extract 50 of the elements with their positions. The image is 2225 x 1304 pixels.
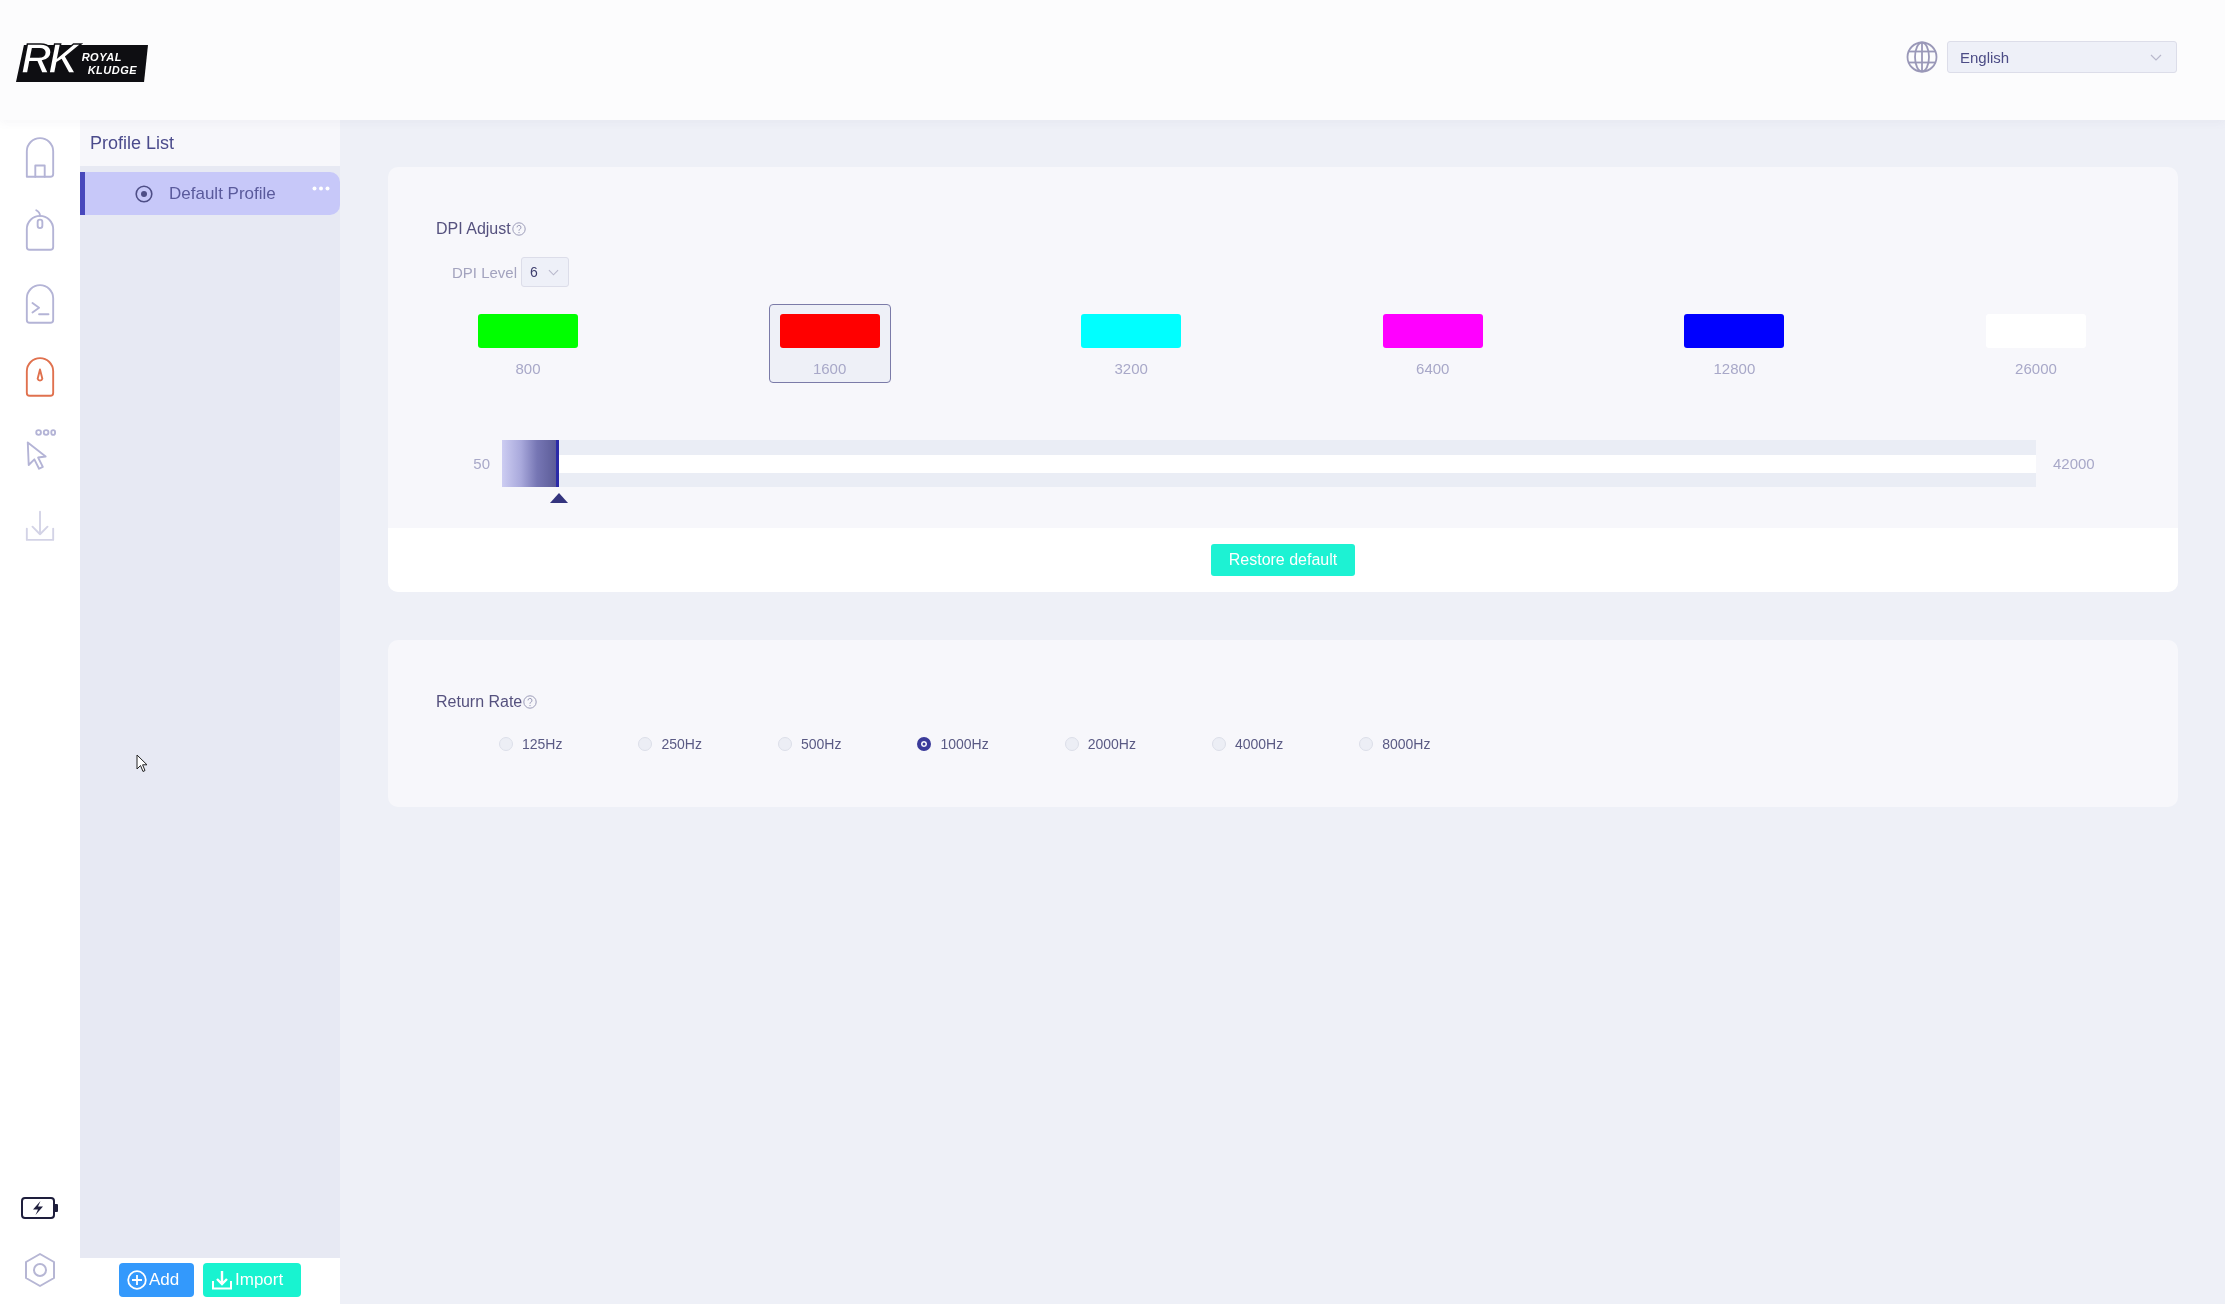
- add-button[interactable]: Add: [119, 1263, 194, 1297]
- mouse-icon: [24, 208, 56, 252]
- dpi-stage-button[interactable]: 1600: [768, 304, 891, 383]
- dpi-stage-button[interactable]: 3200: [1070, 304, 1193, 383]
- nav-button[interactable]: [24, 281, 56, 325]
- dpi-stage-button[interactable]: 26000: [1974, 304, 2097, 383]
- chevron-down-icon: [2150, 53, 2162, 61]
- section-title: DPI Adjust: [436, 220, 511, 238]
- help-icon[interactable]: [511, 222, 526, 236]
- slider-fill[interactable]: [502, 440, 559, 487]
- slider-min-label: 50: [472, 455, 490, 472]
- settings-icon[interactable]: [24, 1252, 56, 1288]
- nav-button[interactable]: [24, 354, 56, 398]
- nav-button[interactable]: [24, 135, 56, 179]
- slider-max-label: 42000: [2053, 455, 2095, 472]
- logo-text: ROYAL: [81, 51, 123, 64]
- target-icon: [135, 184, 153, 203]
- help-icon[interactable]: [523, 695, 538, 709]
- cursor-dots-icon: [24, 427, 56, 471]
- mouse-icon: [24, 354, 56, 398]
- plus-circle-icon: [127, 1270, 147, 1290]
- mouse-cursor-icon: [136, 754, 148, 773]
- radio-button[interactable]: [917, 737, 932, 751]
- rate-option[interactable]: 1000Hz: [917, 736, 989, 752]
- chevron-down-icon: [548, 268, 560, 276]
- rate-option[interactable]: 2000Hz: [1064, 736, 1136, 752]
- dpi-stage-button[interactable]: 6400: [1371, 304, 1494, 383]
- rate-option[interactable]: 8000Hz: [1359, 736, 1431, 752]
- download-icon: [211, 1270, 233, 1290]
- dpi-stage-button[interactable]: 800: [467, 304, 589, 383]
- rate-option[interactable]: 4000Hz: [1211, 736, 1284, 752]
- rate-option[interactable]: 125Hz: [499, 736, 563, 752]
- profile-item[interactable]: Default Profile: [80, 172, 340, 215]
- triangle-marker-icon: [549, 493, 568, 503]
- globe-icon[interactable]: [1906, 41, 1938, 73]
- field-label: DPI Level: [452, 263, 518, 281]
- house-icon: [24, 135, 56, 179]
- logo-text: KLUDGE: [87, 64, 138, 77]
- more-icon[interactable]: [312, 186, 330, 191]
- rate-option[interactable]: 250Hz: [638, 736, 702, 752]
- dpi-level-select[interactable]: 6: [521, 257, 570, 287]
- panel-title: Profile List: [90, 132, 175, 154]
- battery-charging-icon[interactable]: [21, 1197, 59, 1219]
- language-select[interactable]: English: [1947, 41, 2177, 73]
- rate-option[interactable]: 500Hz: [777, 736, 842, 752]
- nav-button[interactable]: [24, 427, 56, 471]
- section-title: Return Rate: [436, 693, 523, 711]
- terminal-icon: [24, 281, 56, 325]
- dpi-stage-button[interactable]: 12800: [1673, 304, 1796, 383]
- nav-button[interactable]: [24, 208, 56, 252]
